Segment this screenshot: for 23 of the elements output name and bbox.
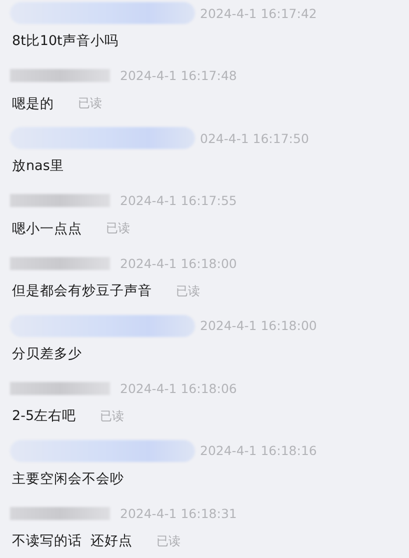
message-time: 2024-4-1 16:18:06	[120, 380, 237, 396]
message-time: 2024-4-1 16:18:00	[200, 318, 317, 333]
message-time: 2024-4-1 16:18:16	[200, 443, 317, 458]
message-text: 主要空闲会不会吵	[12, 470, 124, 488]
message-text: 嗯小一点点	[12, 220, 82, 238]
message-time: 024-4-1 16:17:50	[200, 130, 309, 146]
read-status: 已读	[176, 282, 200, 300]
message-text: 嗯是的	[12, 94, 54, 112]
message-time: 2024-4-1 16:17:55	[120, 193, 237, 208]
read-status: 已读	[106, 220, 130, 237]
message-text: 8t比10t声音小吗	[12, 32, 118, 50]
message-text: 但是都会有炒豆子声音	[12, 282, 152, 300]
message-time: 2024-4-1 16:17:48	[120, 68, 237, 83]
message-text: 2-5左右吧	[12, 407, 76, 425]
message-text: 放nas里	[12, 157, 64, 175]
read-status: 已读	[78, 95, 102, 112]
message-text: 不读写的话 还好点	[12, 532, 133, 550]
message-text: 分贝差多少	[12, 344, 82, 362]
message-time: 2024-4-1 16:17:42	[200, 6, 317, 20]
message-time: 2024-4-1 16:18:31	[120, 506, 237, 520]
read-status: 已读	[100, 408, 124, 424]
message-time: 2024-4-1 16:18:00	[120, 256, 237, 270]
read-status: 已读	[156, 532, 181, 550]
